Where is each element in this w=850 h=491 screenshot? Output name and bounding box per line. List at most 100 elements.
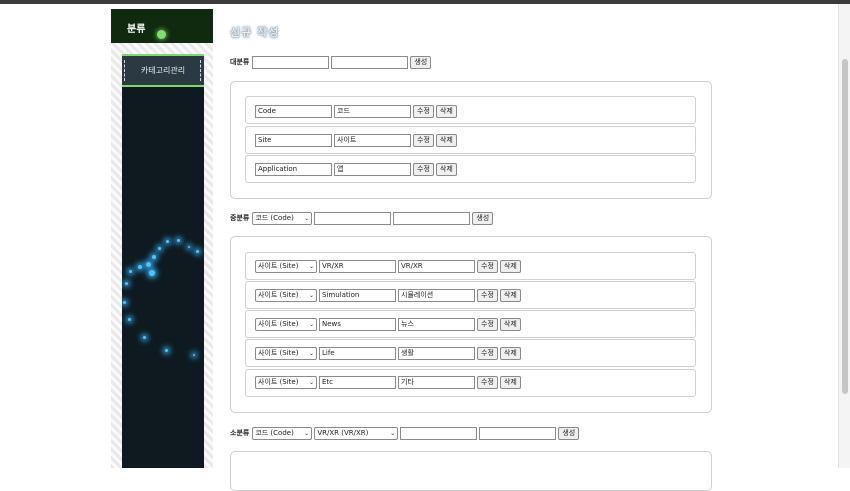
- glow-dot-icon: [128, 318, 131, 321]
- middle-create-row: 중분류 코드 (Code) ⌄ 생성: [230, 211, 494, 225]
- middle-item-row: 사이트 (Site) ⌄ News 뉴스 수정 삭제: [255, 317, 521, 331]
- chevron-down-icon: ⌄: [390, 429, 396, 437]
- middle-label: 중분류: [230, 214, 250, 222]
- chevron-down-icon: ⌄: [308, 291, 314, 299]
- page-scrollbar[interactable]: [838, 4, 850, 468]
- sidebar-header: 분류: [111, 9, 213, 43]
- sidebar-title: 분류: [127, 24, 146, 35]
- edit-button[interactable]: 수정: [413, 162, 434, 176]
- glow-dot-icon: [152, 255, 156, 259]
- middle-item-name-input[interactable]: 뉴스: [398, 317, 475, 331]
- middle-item-name-input[interactable]: 기타: [398, 375, 475, 389]
- chevron-down-icon: ⌄: [308, 349, 314, 357]
- chevron-down-icon: ⌄: [308, 320, 314, 328]
- major-name-input[interactable]: [331, 55, 409, 69]
- middle-parent-select[interactable]: 코드 (Code) ⌄: [252, 211, 313, 225]
- delete-button[interactable]: 삭제: [435, 133, 457, 147]
- edit-button[interactable]: 수정: [477, 259, 498, 273]
- select-value: 사이트 (Site): [258, 349, 299, 357]
- delete-button[interactable]: 삭제: [499, 259, 521, 273]
- glow-dot-icon: [138, 265, 142, 269]
- minor-create-row: 소분류 코드 (Code) ⌄ VR/XR (VR/XR) ⌄ 생성: [230, 426, 580, 440]
- middle-item-row: 사이트 (Site) ⌄ Life 생활 수정 삭제: [255, 346, 521, 360]
- middle-item-parent-select[interactable]: 사이트 (Site) ⌄: [255, 288, 317, 302]
- select-value: 사이트 (Site): [258, 320, 299, 328]
- glow-dot-icon: [193, 354, 195, 356]
- middle-name-input[interactable]: [393, 211, 471, 225]
- chevron-down-icon: ⌄: [308, 262, 314, 270]
- middle-item-code-input[interactable]: Life: [319, 346, 396, 360]
- delete-button[interactable]: 삭제: [499, 288, 521, 302]
- minor-middle-select[interactable]: VR/XR (VR/XR) ⌄: [314, 426, 399, 440]
- chevron-down-icon: ⌄: [308, 378, 314, 386]
- glow-dot-icon: [196, 250, 199, 253]
- glow-dot-icon: [177, 239, 180, 242]
- glow-dot-icon: [146, 262, 151, 267]
- minor-name-input[interactable]: [479, 426, 557, 440]
- select-value: 코드 (Code): [255, 429, 294, 437]
- delete-button[interactable]: 삭제: [499, 317, 521, 331]
- middle-item-parent-select[interactable]: 사이트 (Site) ⌄: [255, 317, 317, 331]
- edit-button[interactable]: 수정: [413, 104, 434, 118]
- middle-item-row: 사이트 (Site) ⌄ Simulation 시뮬레이션 수정 삭제: [255, 288, 521, 302]
- middle-item-name-input[interactable]: 시뮬레이션: [398, 288, 475, 302]
- major-item-row: Code 코드 수정 삭제: [255, 104, 457, 118]
- major-item-code-input[interactable]: Application: [255, 162, 332, 176]
- select-value: 사이트 (Site): [258, 378, 299, 386]
- delete-button[interactable]: 삭제: [435, 104, 457, 118]
- minor-create-button[interactable]: 생성: [558, 426, 580, 440]
- minor-parent-select[interactable]: 코드 (Code) ⌄: [252, 426, 313, 440]
- delete-button[interactable]: 삭제: [435, 162, 457, 176]
- middle-code-input[interactable]: [314, 211, 392, 225]
- delete-button[interactable]: 삭제: [499, 375, 521, 389]
- edit-button[interactable]: 수정: [477, 346, 498, 360]
- delete-button[interactable]: 삭제: [499, 346, 521, 360]
- major-item-name-input[interactable]: 사이트: [334, 133, 411, 147]
- middle-item-parent-select[interactable]: 사이트 (Site) ⌄: [255, 259, 317, 273]
- middle-item-parent-select[interactable]: 사이트 (Site) ⌄: [255, 375, 317, 389]
- middle-item-row: 사이트 (Site) ⌄ VR/XR VR/XR 수정 삭제: [255, 259, 521, 273]
- glow-dot-icon: [125, 282, 128, 285]
- middle-create-button[interactable]: 생성: [472, 211, 494, 225]
- chevron-down-icon: ⌄: [304, 214, 310, 222]
- major-create-row: 대분류 생성: [230, 55, 432, 69]
- glow-dot-icon: [158, 247, 161, 250]
- select-value: 사이트 (Site): [258, 262, 299, 270]
- sidebar-item-category-management[interactable]: 카테고리관리: [122, 54, 204, 87]
- middle-item-code-input[interactable]: Simulation: [319, 288, 396, 302]
- major-item-name-input[interactable]: 코드: [334, 104, 411, 118]
- sidebar: 분류 카테고리관리: [111, 9, 213, 468]
- major-item-code-input[interactable]: Code: [255, 104, 332, 118]
- sidebar-decoration: [122, 87, 204, 468]
- minor-label: 소분류: [230, 429, 250, 437]
- edit-button[interactable]: 수정: [477, 288, 498, 302]
- chevron-down-icon: ⌄: [304, 429, 310, 437]
- major-item-name-input[interactable]: 앱: [334, 162, 411, 176]
- page-title: 신규 작성: [230, 26, 280, 39]
- glow-dot-icon: [123, 301, 126, 304]
- major-item-code-input[interactable]: Site: [255, 133, 332, 147]
- middle-item-name-input[interactable]: 생활: [398, 346, 475, 360]
- glow-dot-icon: [149, 270, 155, 276]
- middle-item-code-input[interactable]: News: [319, 317, 396, 331]
- middle-item-parent-select[interactable]: 사이트 (Site) ⌄: [255, 346, 317, 360]
- major-create-button[interactable]: 생성: [410, 55, 432, 69]
- select-value: VR/XR (VR/XR): [317, 429, 369, 437]
- middle-item-code-input[interactable]: VR/XR: [319, 259, 396, 273]
- major-code-input[interactable]: [252, 55, 330, 69]
- status-dot-icon: [157, 30, 166, 39]
- glow-dot-icon: [143, 336, 146, 339]
- major-label: 대분류: [230, 58, 250, 66]
- middle-item-name-input[interactable]: VR/XR: [398, 259, 475, 273]
- edit-button[interactable]: 수정: [477, 375, 498, 389]
- edit-button[interactable]: 수정: [477, 317, 498, 331]
- minor-list-panel: [230, 451, 712, 491]
- top-bar: [0, 0, 850, 4]
- glow-dot-icon: [165, 349, 168, 352]
- scrollbar-thumb[interactable]: [842, 59, 848, 394]
- middle-item-code-input[interactable]: Etc: [319, 375, 396, 389]
- edit-button[interactable]: 수정: [413, 133, 434, 147]
- minor-code-input[interactable]: [400, 426, 478, 440]
- glow-dot-icon: [129, 270, 132, 273]
- glow-dot-icon: [166, 240, 169, 243]
